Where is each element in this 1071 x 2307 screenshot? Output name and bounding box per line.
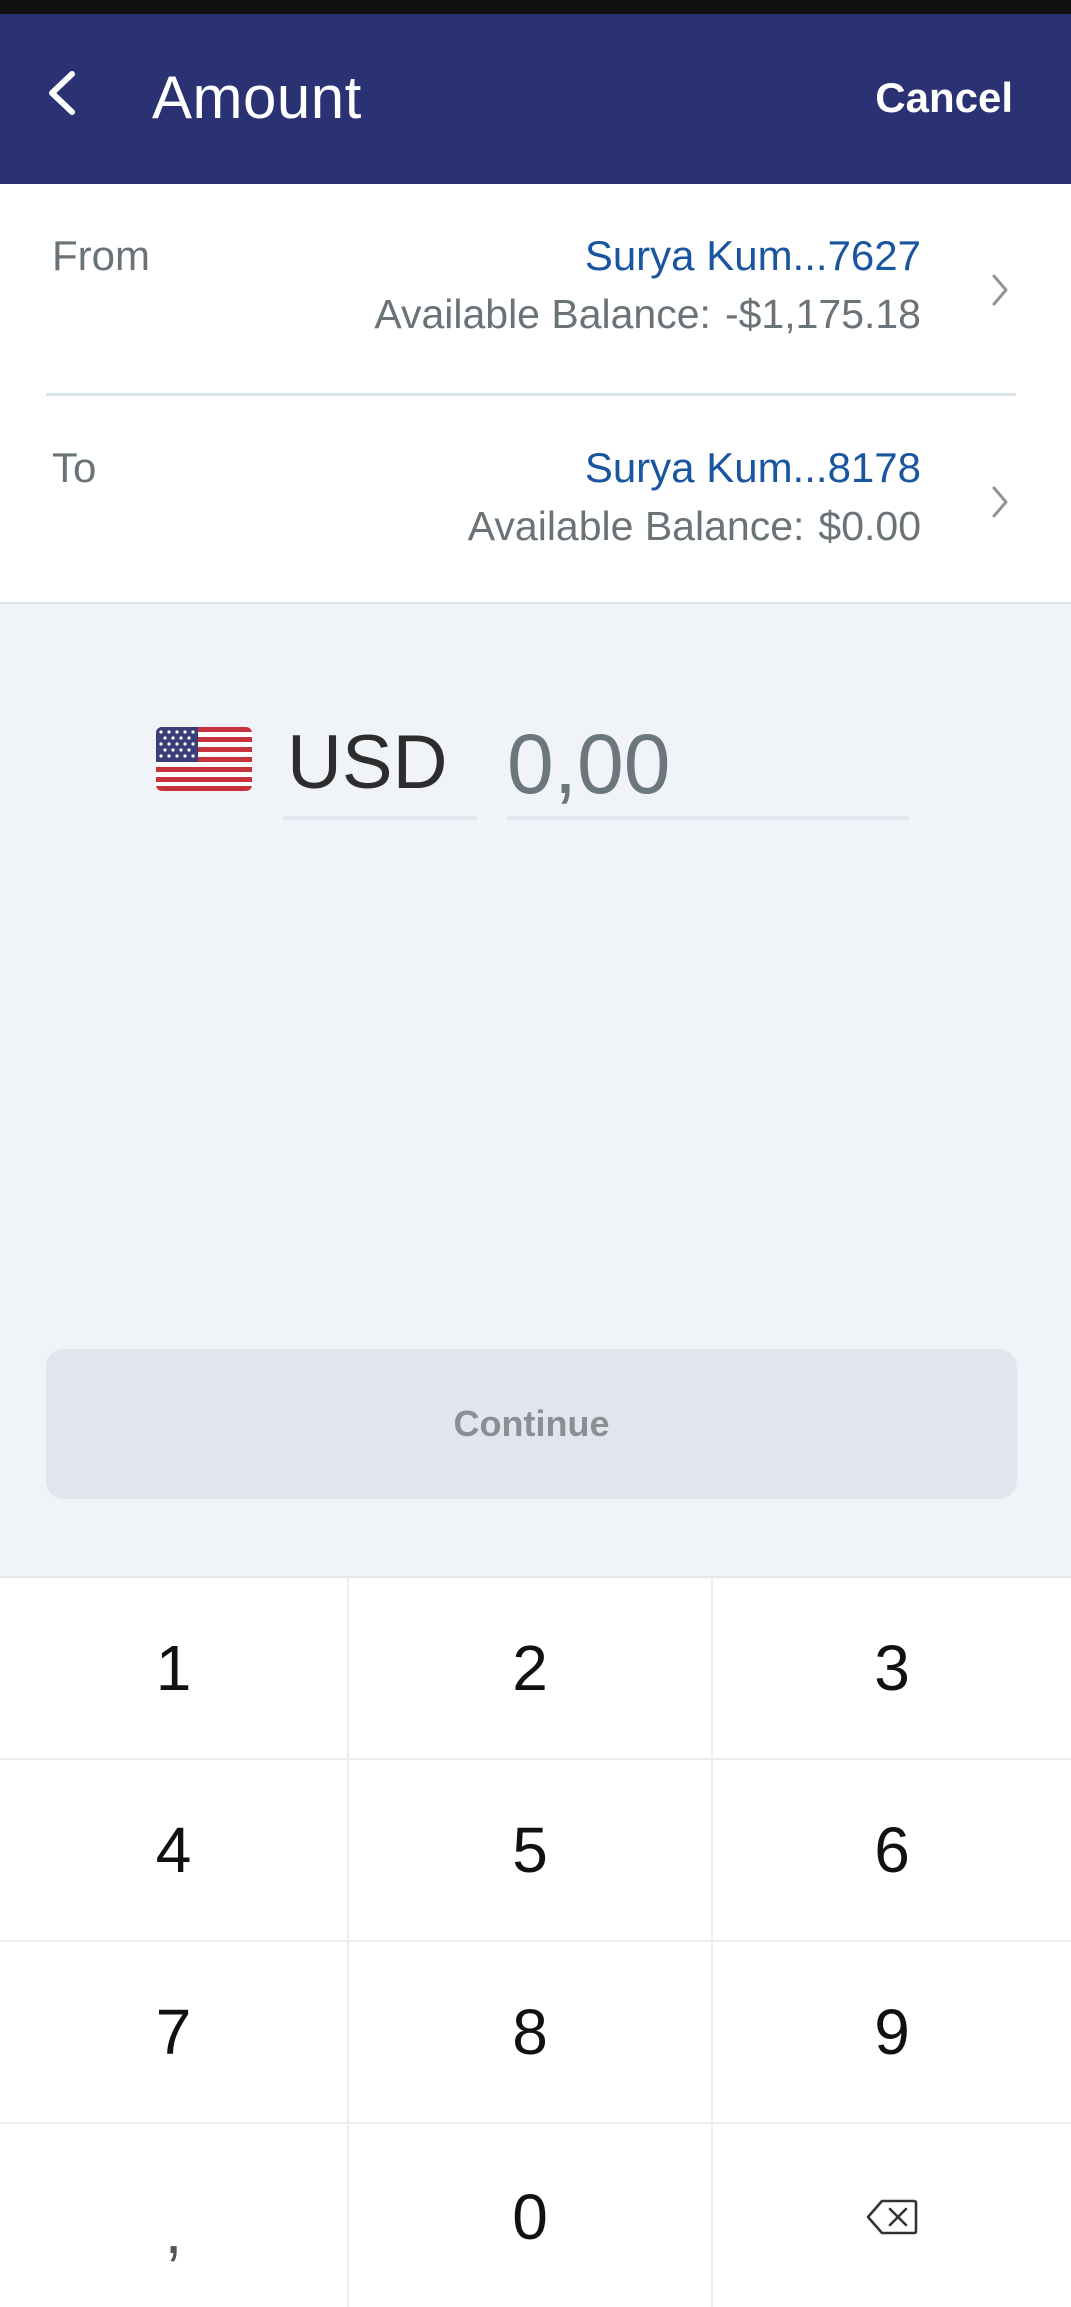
status-bar: [0, 0, 1071, 14]
amount-entry-area: USD Continue: [0, 606, 1071, 1576]
chevron-right-icon: [992, 486, 1008, 518]
app-header: Amount Cancel: [0, 14, 1071, 184]
continue-button[interactable]: Continue: [46, 1349, 1017, 1499]
page-title: Amount: [152, 64, 362, 131]
key-6[interactable]: 6: [713, 1760, 1071, 1942]
key-5[interactable]: 5: [349, 1760, 713, 1942]
key-4[interactable]: 4: [0, 1760, 349, 1942]
to-account-balance: Available Balance: $0.00: [468, 500, 921, 552]
from-account-name: Surya Kum...7627: [584, 232, 921, 279]
to-balance-label: Available Balance:: [467, 503, 805, 549]
key-8[interactable]: 8: [349, 1942, 713, 2124]
chevron-left-icon: [49, 71, 75, 115]
cancel-button[interactable]: Cancel: [875, 70, 1013, 126]
from-balance-value: -$1,175.18: [724, 291, 921, 337]
back-button[interactable]: [34, 66, 88, 120]
chevron-right-icon: [992, 274, 1008, 306]
from-balance-label: Available Balance:: [374, 291, 711, 337]
to-balance-value: $0.00: [818, 503, 921, 549]
key-2[interactable]: 2: [349, 1578, 713, 1760]
to-account-name: Surya Kum...8178: [584, 444, 921, 491]
from-label: From: [52, 232, 150, 279]
currency-selector[interactable]: USD: [283, 710, 477, 820]
key-3[interactable]: 3: [713, 1578, 1071, 1760]
key-7[interactable]: 7: [0, 1942, 349, 2124]
key-comma[interactable]: ,: [0, 2124, 349, 2307]
amount-field[interactable]: [507, 710, 909, 820]
to-account-row[interactable]: To Surya Kum...8178 Available Balance: $0…: [0, 396, 1071, 604]
from-account-balance: Available Balance: -$1,175.18: [374, 288, 921, 340]
key-9[interactable]: 9: [713, 1942, 1071, 2124]
from-account-row[interactable]: From Surya Kum...7627 Available Balance:…: [0, 184, 1071, 394]
currency-code: USD: [287, 720, 448, 805]
backspace-icon: [866, 2199, 918, 2234]
key-1[interactable]: 1: [0, 1578, 349, 1760]
account-selector: From Surya Kum...7627 Available Balance:…: [0, 184, 1071, 604]
comma-label: ,: [164, 2194, 183, 2267]
backspace-key[interactable]: [713, 2124, 1071, 2307]
amount-input[interactable]: [507, 716, 907, 812]
us-flag-icon: [156, 727, 252, 791]
key-0[interactable]: 0: [349, 2124, 713, 2307]
numeric-keypad: 1 2 3 4 5 6 7 8 9 , 0: [0, 1576, 1071, 2307]
to-label: To: [52, 444, 97, 491]
